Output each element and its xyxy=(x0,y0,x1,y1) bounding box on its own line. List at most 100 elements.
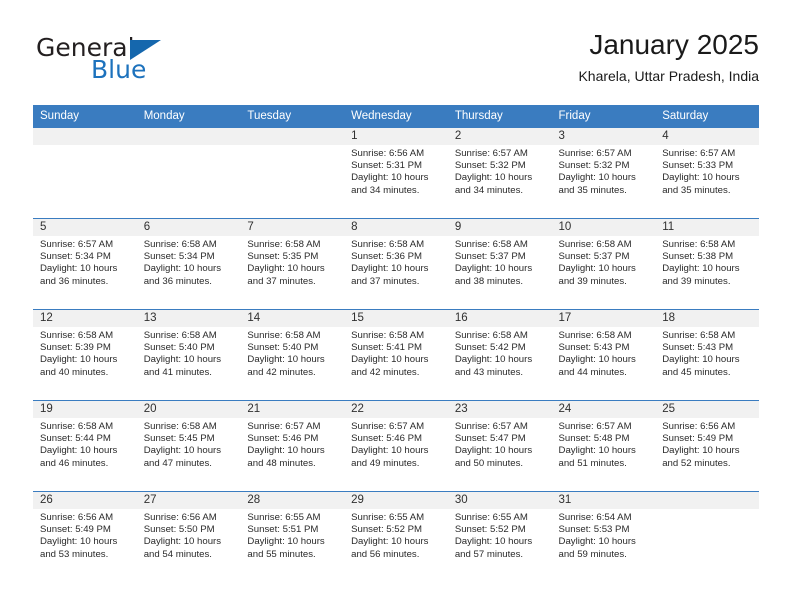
calendar-cell: 19 Sunrise: 6:58 AM Sunset: 5:44 PM Dayligh… xyxy=(33,400,137,491)
location-subtitle: Kharela, Uttar Pradesh, India xyxy=(578,68,759,84)
sunset-text: Sunset: 5:49 PM xyxy=(40,524,111,536)
calendar-week-row: 12 Sunrise: 6:58 AM Sunset: 5:39 PM Dayligh… xyxy=(33,309,759,400)
daylight-text: Daylight: 10 hours and 39 minutes. xyxy=(558,263,636,287)
calendar-header-row: Sunday Monday Tuesday Wednesday Thursday Frid… xyxy=(33,105,759,127)
sunset-text: Sunset: 5:43 PM xyxy=(558,342,630,354)
day-cell[interactable]: 12 Sunrise: 6:58 AM Sunset: 5:39 PM Dayligh… xyxy=(33,309,137,400)
calendar-cell: 1 Sunrise: 6:56 AM Sunset: 5:31 PM Daylight… xyxy=(344,127,448,218)
calendar-cell: 17 Sunrise: 6:58 AM Sunset: 5:43 PM Dayligh… xyxy=(551,309,656,400)
sunset-text: Sunset: 5:47 PM xyxy=(454,433,526,445)
day-number: 28 xyxy=(240,492,345,509)
day-number: 15 xyxy=(344,310,448,327)
day-cell[interactable]: 2 Sunrise: 6:57 AM Sunset: 5:32 PM Daylight… xyxy=(447,127,552,218)
calendar-cell: 14 Sunrise: 6:58 AM Sunset: 5:40 PM Dayligh… xyxy=(240,309,345,400)
calendar-cell: 21 Sunrise: 6:57 AM Sunset: 5:46 PM Dayligh… xyxy=(240,400,345,491)
day-cell[interactable]: 15 Sunrise: 6:58 AM Sunset: 5:41 PM Dayligh… xyxy=(344,309,448,400)
sunrise-text: Sunrise: 6:56 AM xyxy=(40,512,114,523)
day-cell[interactable]: 27 Sunrise: 6:56 AM Sunset: 5:50 PM Dayligh… xyxy=(136,491,241,582)
calendar-cell: 9 Sunrise: 6:58 AM Sunset: 5:37 PM Daylight… xyxy=(447,218,552,309)
day-cell[interactable]: 13 Sunrise: 6:58 AM Sunset: 5:40 PM Dayligh… xyxy=(136,309,241,400)
day-cell[interactable]: 19 Sunrise: 6:58 AM Sunset: 5:44 PM Dayligh… xyxy=(33,400,137,491)
day-cell[interactable]: 8 Sunrise: 6:58 AM Sunset: 5:36 PM Daylight… xyxy=(344,218,448,309)
day-cell[interactable]: 1 Sunrise: 6:56 AM Sunset: 5:31 PM Daylight… xyxy=(344,127,448,218)
day-cell[interactable]: 9 Sunrise: 6:58 AM Sunset: 5:37 PM Daylight… xyxy=(447,218,552,309)
day-cell-empty xyxy=(33,127,137,218)
sun-info: Sunrise: 6:58 AM Sunset: 5:38 PM Daylight:… xyxy=(655,236,759,288)
sunset-text: Sunset: 5:48 PM xyxy=(558,433,630,445)
day-cell[interactable]: 23 Sunrise: 6:57 AM Sunset: 5:47 PM Dayligh… xyxy=(447,400,552,491)
weekday-header-saturday: Saturday xyxy=(655,105,759,127)
sunset-text: Sunset: 5:34 PM xyxy=(40,251,111,263)
sunrise-text: Sunrise: 6:54 AM xyxy=(558,512,632,523)
day-number: 4 xyxy=(655,128,759,145)
day-cell[interactable]: 4 Sunrise: 6:57 AM Sunset: 5:33 PM Daylight… xyxy=(655,127,759,218)
calendar-cell: 12 Sunrise: 6:58 AM Sunset: 5:39 PM Dayligh… xyxy=(33,309,137,400)
day-cell[interactable]: 10 Sunrise: 6:58 AM Sunset: 5:37 PM Dayligh… xyxy=(551,218,656,309)
sun-info: Sunrise: 6:56 AM Sunset: 5:49 PM Daylight:… xyxy=(33,509,137,561)
day-number: 1 xyxy=(344,128,448,145)
sun-info: Sunrise: 6:58 AM Sunset: 5:43 PM Daylight:… xyxy=(552,327,656,379)
day-cell[interactable]: 6 Sunrise: 6:58 AM Sunset: 5:34 PM Daylight… xyxy=(136,218,241,309)
sun-info: Sunrise: 6:55 AM Sunset: 5:51 PM Daylight:… xyxy=(240,509,344,561)
calendar-cell: 29 Sunrise: 6:55 AM Sunset: 5:52 PM Dayligh… xyxy=(344,491,448,582)
day-cell[interactable]: 5 Sunrise: 6:57 AM Sunset: 5:34 PM Daylight… xyxy=(33,218,137,309)
day-number: 11 xyxy=(655,219,759,236)
sun-info: Sunrise: 6:56 AM Sunset: 5:50 PM Daylight:… xyxy=(137,509,241,561)
day-cell[interactable]: 30 Sunrise: 6:55 AM Sunset: 5:52 PM Dayligh… xyxy=(447,491,552,582)
day-cell[interactable]: 17 Sunrise: 6:58 AM Sunset: 5:43 PM Dayligh… xyxy=(551,309,656,400)
daylight-text: Daylight: 10 hours and 36 minutes. xyxy=(40,263,118,287)
sun-info: Sunrise: 6:58 AM Sunset: 5:37 PM Daylight:… xyxy=(552,236,656,288)
daylight-text: Daylight: 10 hours and 46 minutes. xyxy=(40,445,118,469)
day-number: 18 xyxy=(655,310,759,327)
day-cell[interactable]: 26 Sunrise: 6:56 AM Sunset: 5:49 PM Dayligh… xyxy=(33,491,137,582)
sunset-text: Sunset: 5:33 PM xyxy=(662,160,734,172)
page-title: January 2025 xyxy=(589,29,759,60)
day-number: 16 xyxy=(447,310,552,327)
weekday-header-tuesday: Tuesday xyxy=(240,105,345,127)
day-number: 21 xyxy=(240,401,345,418)
daylight-text: Daylight: 10 hours and 38 minutes. xyxy=(454,263,533,287)
calendar-week-row: 5 Sunrise: 6:57 AM Sunset: 5:34 PM Daylight… xyxy=(33,218,759,309)
day-number: 31 xyxy=(551,492,656,509)
page-header: General Blue January 2025 Kharela, Uttar… xyxy=(33,28,759,90)
calendar-cell: 16 Sunrise: 6:58 AM Sunset: 5:42 PM Dayligh… xyxy=(447,309,552,400)
day-cell[interactable]: 29 Sunrise: 6:55 AM Sunset: 5:52 PM Dayligh… xyxy=(344,491,448,582)
day-cell[interactable]: 21 Sunrise: 6:57 AM Sunset: 5:46 PM Dayligh… xyxy=(240,400,345,491)
sunset-text: Sunset: 5:39 PM xyxy=(40,342,111,354)
day-number: 12 xyxy=(33,310,137,327)
sunset-text: Sunset: 5:41 PM xyxy=(351,342,423,354)
daylight-text: Daylight: 10 hours and 47 minutes. xyxy=(143,445,222,469)
day-cell[interactable]: 22 Sunrise: 6:57 AM Sunset: 5:46 PM Dayligh… xyxy=(344,400,448,491)
sunset-text: Sunset: 5:37 PM xyxy=(454,251,526,263)
sunset-text: Sunset: 5:40 PM xyxy=(247,342,319,354)
calendar-cell: 10 Sunrise: 6:58 AM Sunset: 5:37 PM Dayligh… xyxy=(551,218,656,309)
sun-info: Sunrise: 6:57 AM Sunset: 5:32 PM Daylight:… xyxy=(552,145,656,197)
day-cell[interactable]: 31 Sunrise: 6:54 AM Sunset: 5:53 PM Dayligh… xyxy=(551,491,656,582)
calendar-cell: 30 Sunrise: 6:55 AM Sunset: 5:52 PM Dayligh… xyxy=(447,491,552,582)
day-cell[interactable]: 11 Sunrise: 6:58 AM Sunset: 5:38 PM Dayligh… xyxy=(655,218,759,309)
day-number: 26 xyxy=(33,492,137,509)
sun-info: Sunrise: 6:58 AM Sunset: 5:44 PM Daylight:… xyxy=(33,418,137,470)
sunset-text: Sunset: 5:32 PM xyxy=(558,160,630,172)
sun-info: Sunrise: 6:57 AM Sunset: 5:46 PM Daylight:… xyxy=(240,418,344,470)
calendar-cell: 28 Sunrise: 6:55 AM Sunset: 5:51 PM Dayligh… xyxy=(240,491,345,582)
day-cell[interactable]: 28 Sunrise: 6:55 AM Sunset: 5:51 PM Dayligh… xyxy=(240,491,345,582)
sunset-text: Sunset: 5:31 PM xyxy=(351,160,423,172)
calendar-cell: 4 Sunrise: 6:57 AM Sunset: 5:33 PM Daylight… xyxy=(655,127,759,218)
day-cell[interactable]: 3 Sunrise: 6:57 AM Sunset: 5:32 PM Daylight… xyxy=(551,127,656,218)
day-cell[interactable]: 14 Sunrise: 6:58 AM Sunset: 5:40 PM Dayligh… xyxy=(240,309,345,400)
day-cell[interactable]: 7 Sunrise: 6:58 AM Sunset: 5:35 PM Daylight… xyxy=(240,218,345,309)
day-cell[interactable]: 18 Sunrise: 6:58 AM Sunset: 5:43 PM Dayligh… xyxy=(655,309,759,400)
weekday-header-friday: Friday xyxy=(551,105,656,127)
day-cell[interactable]: 24 Sunrise: 6:57 AM Sunset: 5:48 PM Dayligh… xyxy=(551,400,656,491)
day-cell[interactable]: 20 Sunrise: 6:58 AM Sunset: 5:45 PM Dayligh… xyxy=(136,400,241,491)
day-cell[interactable]: 16 Sunrise: 6:58 AM Sunset: 5:42 PM Dayligh… xyxy=(447,309,552,400)
daylight-text: Daylight: 10 hours and 55 minutes. xyxy=(247,536,325,560)
day-cell[interactable]: 25 Sunrise: 6:56 AM Sunset: 5:49 PM Dayligh… xyxy=(655,400,759,491)
weekday-header-thursday: Thursday xyxy=(447,105,552,127)
sunset-text: Sunset: 5:44 PM xyxy=(40,433,111,445)
sun-info: Sunrise: 6:58 AM Sunset: 5:40 PM Daylight:… xyxy=(240,327,344,379)
daylight-text: Daylight: 10 hours and 54 minutes. xyxy=(143,536,222,560)
day-number: 10 xyxy=(551,219,656,236)
calendar-cell: 24 Sunrise: 6:57 AM Sunset: 5:48 PM Dayligh… xyxy=(551,400,656,491)
